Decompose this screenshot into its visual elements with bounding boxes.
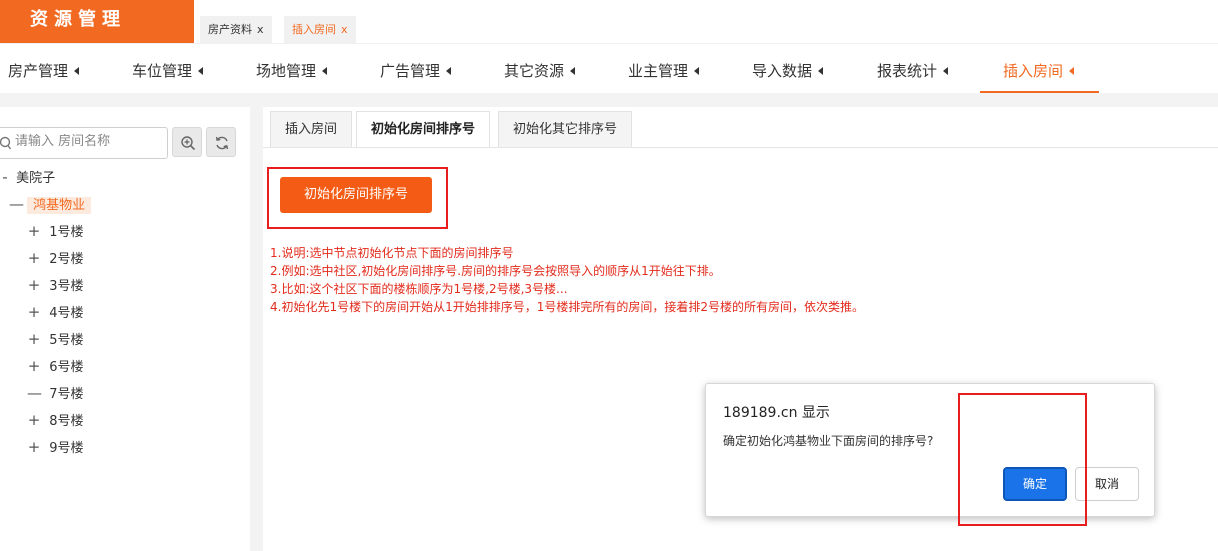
refresh-icon bbox=[215, 136, 229, 150]
app-title: 资源管理 bbox=[0, 0, 194, 43]
dialog-message: 确定初始化鸿基物业下面房间的排序号? bbox=[723, 434, 934, 448]
nav-label: 场地管理 bbox=[256, 62, 317, 80]
tree-node-building[interactable]: + 2号楼 bbox=[27, 248, 84, 268]
caret-left-icon bbox=[74, 67, 80, 75]
nav-label: 报表统计 bbox=[877, 62, 938, 80]
tree-node-building[interactable]: + 8号楼 bbox=[27, 410, 84, 430]
tree-node-label: 美院子 bbox=[16, 171, 56, 186]
nav-parking-management[interactable]: 车位管理 bbox=[132, 44, 204, 93]
tree-node-label: 1号楼 bbox=[49, 225, 84, 240]
nav-label: 广告管理 bbox=[380, 62, 441, 80]
tree-node-building[interactable]: + 1号楼 bbox=[27, 221, 84, 241]
highlight-box bbox=[958, 393, 1087, 526]
tab-init-room-order[interactable]: 初始化房间排序号 bbox=[356, 111, 491, 147]
tree-node-label: 8号楼 bbox=[49, 414, 84, 429]
tab-divider bbox=[263, 147, 1218, 148]
tree-node-label: 鸿基物业 bbox=[27, 197, 92, 214]
refresh-button[interactable] bbox=[206, 127, 236, 157]
search-icon bbox=[0, 136, 11, 150]
tree-node-building[interactable]: + 3号楼 bbox=[27, 275, 84, 295]
tree-node-label: 5号楼 bbox=[49, 333, 84, 348]
tree-node-label: 4号楼 bbox=[49, 306, 84, 321]
search-input[interactable] bbox=[15, 134, 163, 149]
tree-node-label: 3号楼 bbox=[49, 279, 84, 294]
window-tab-label: 房产资料 bbox=[208, 23, 252, 36]
nav-property-management[interactable]: 房产管理 bbox=[8, 44, 80, 93]
sidebar: - 美院子 — 鸿基物业 + 1号楼 + 2号楼 + 3号楼 + 4号楼 + 5… bbox=[0, 107, 250, 551]
instruction-line: 3.比如:这个社区下面的楼栋顺序为1号楼,2号楼,3号楼... bbox=[270, 282, 568, 296]
caret-left-icon bbox=[943, 67, 949, 75]
expand-icon[interactable]: + bbox=[27, 356, 41, 376]
tree-node-building[interactable]: — 7号楼 bbox=[27, 383, 84, 403]
expand-icon[interactable]: + bbox=[27, 329, 41, 349]
caret-left-icon bbox=[322, 67, 328, 75]
instruction-line: 2.例如:选中社区,初始化房间排序号.房间的排序号会按照导入的顺序从1开始往下排… bbox=[270, 264, 721, 278]
nav-ad-management[interactable]: 广告管理 bbox=[380, 44, 452, 93]
zoom-in-icon bbox=[181, 136, 196, 151]
tree-node-label: 7号楼 bbox=[49, 387, 84, 402]
expand-icon[interactable]: + bbox=[27, 275, 41, 295]
nav-label: 导入数据 bbox=[752, 62, 813, 80]
confirm-dialog: 189189.cn 显示 确定初始化鸿基物业下面房间的排序号? 确定 取消 bbox=[705, 383, 1155, 517]
search-box bbox=[0, 127, 168, 159]
nav-label: 车位管理 bbox=[132, 62, 193, 80]
expand-icon[interactable]: + bbox=[27, 437, 41, 457]
tree-node-meiyuanzi[interactable]: - 美院子 bbox=[0, 167, 55, 187]
tab-insert-room[interactable]: 插入房间 bbox=[270, 111, 353, 147]
instruction-line: 1.说明:选中节点初始化节点下面的房间排序号 bbox=[270, 246, 514, 260]
expand-icon[interactable]: + bbox=[27, 248, 41, 268]
caret-left-icon bbox=[818, 67, 824, 75]
tree-node-label: 9号楼 bbox=[49, 441, 84, 456]
nav-label: 其它资源 bbox=[504, 62, 565, 80]
zoom-search-button[interactable] bbox=[172, 127, 202, 157]
instruction-line: 4.初始化先1号楼下的房间开始从1开始排排序号，1号楼排完所有的房间，接着排2号… bbox=[270, 300, 864, 314]
caret-left-icon bbox=[694, 67, 700, 75]
nav-other-resources[interactable]: 其它资源 bbox=[504, 44, 576, 93]
tab-init-other-order[interactable]: 初始化其它排序号 bbox=[498, 111, 633, 147]
window-tab-label: 插入房间 bbox=[292, 23, 336, 36]
expand-icon[interactable]: + bbox=[27, 221, 41, 241]
nav-import-data[interactable]: 导入数据 bbox=[752, 44, 824, 93]
window-tab-insert-room[interactable]: 插入房间 x bbox=[284, 16, 356, 43]
tree-node-building[interactable]: + 4号楼 bbox=[27, 302, 84, 322]
dialog-title: 189189.cn 显示 bbox=[723, 405, 830, 421]
highlight-box bbox=[267, 167, 448, 229]
nav-label: 房产管理 bbox=[8, 62, 69, 80]
caret-left-icon bbox=[446, 67, 452, 75]
tree-node-hongji[interactable]: — 鸿基物业 bbox=[9, 194, 92, 214]
nav-label: 插入房间 bbox=[1003, 62, 1064, 80]
tree-node-label: 6号楼 bbox=[49, 360, 84, 375]
expand-icon[interactable]: + bbox=[27, 410, 41, 430]
main-nav: 房产管理 车位管理 场地管理 广告管理 其它资源 业主管理 导入数据 报表统计 … bbox=[0, 43, 1218, 93]
nav-reports[interactable]: 报表统计 bbox=[877, 44, 949, 93]
tree-node-label: 2号楼 bbox=[49, 252, 84, 267]
caret-left-icon bbox=[570, 67, 576, 75]
nav-venue-management[interactable]: 场地管理 bbox=[256, 44, 328, 93]
caret-left-icon bbox=[1069, 67, 1075, 75]
collapse-icon[interactable]: - bbox=[0, 167, 12, 187]
tree-node-building[interactable]: + 6号楼 bbox=[27, 356, 84, 376]
tree-node-building[interactable]: + 5号楼 bbox=[27, 329, 84, 349]
collapse-icon[interactable]: — bbox=[27, 383, 42, 403]
nav-label: 业主管理 bbox=[628, 62, 689, 80]
window-tab-bar: 房产资料 x 插入房间 x bbox=[194, 0, 1218, 43]
nav-owner-management[interactable]: 业主管理 bbox=[628, 44, 700, 93]
nav-insert-room[interactable]: 插入房间 bbox=[980, 44, 1099, 93]
close-icon[interactable]: x bbox=[341, 23, 348, 36]
expand-icon[interactable]: + bbox=[27, 302, 41, 322]
instructions-text: 1.说明:选中节点初始化节点下面的房间排序号 2.例如:选中社区,初始化房间排序… bbox=[270, 244, 864, 316]
collapse-icon[interactable]: — bbox=[9, 194, 24, 214]
close-icon[interactable]: x bbox=[257, 23, 264, 36]
caret-left-icon bbox=[198, 67, 204, 75]
window-tab-house-info[interactable]: 房产资料 x bbox=[200, 16, 272, 43]
tree-node-building[interactable]: + 9号楼 bbox=[27, 437, 84, 457]
